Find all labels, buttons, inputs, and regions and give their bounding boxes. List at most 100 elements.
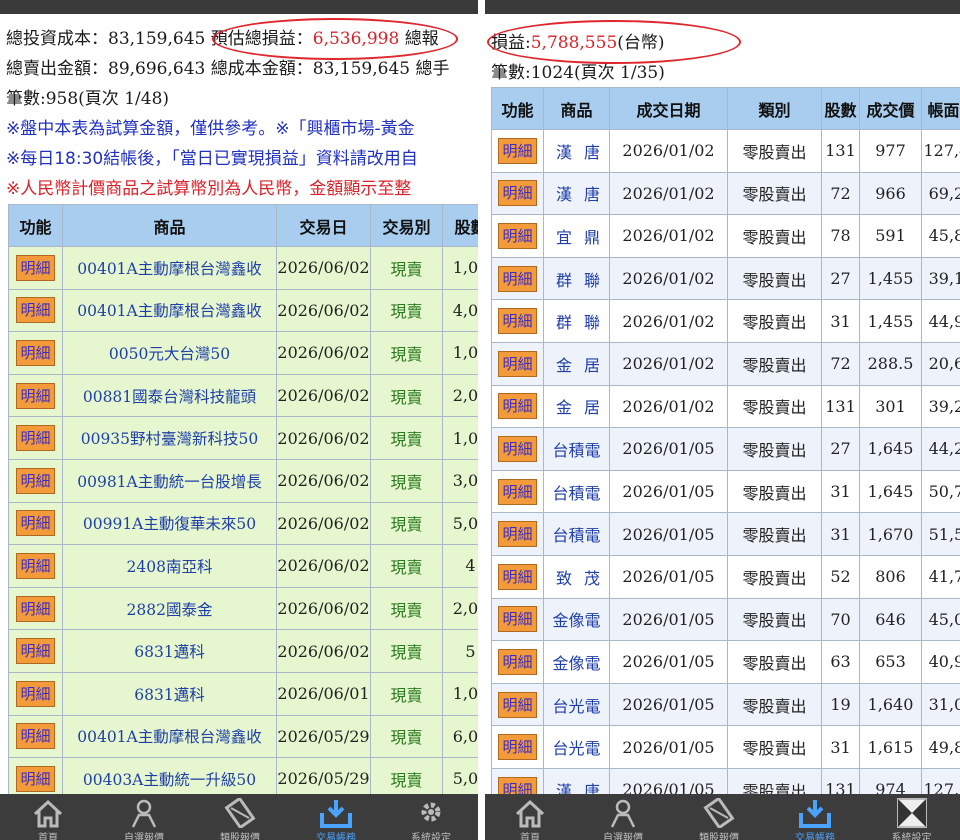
- col-category: 類別: [727, 87, 822, 130]
- product-cell[interactable]: 00401A主動摩根台灣鑫收: [62, 714, 277, 759]
- detail-button[interactable]: 明細: [16, 297, 55, 324]
- product-cell[interactable]: 致茂: [543, 554, 610, 599]
- deal-date-cell: 2026/01/02: [609, 256, 728, 301]
- function-cell: 明細: [491, 299, 544, 343]
- shares-cell: 5,00: [442, 501, 478, 546]
- detail-button[interactable]: 明細: [498, 222, 537, 249]
- col-function: 功能: [8, 204, 63, 247]
- nav-quote[interactable]: 自選報價: [575, 794, 671, 840]
- category-cell: 零股賣出: [727, 682, 822, 727]
- nav-label: 類股報價: [699, 833, 739, 840]
- price-cell: 1,640: [859, 682, 922, 727]
- detail-button[interactable]: 明細: [498, 521, 537, 548]
- product-cell[interactable]: 2408南亞科: [62, 544, 277, 588]
- book-income-cell: 51,54: [921, 512, 960, 556]
- category-cell: 零股賣出: [727, 725, 822, 769]
- nav-settings[interactable]: 系統設定: [384, 794, 478, 840]
- deal-date-cell: 2026/01/05: [609, 512, 728, 556]
- detail-button[interactable]: 明細: [16, 510, 55, 537]
- detail-button[interactable]: 明細: [16, 382, 55, 409]
- detail-button[interactable]: 明細: [16, 254, 55, 281]
- product-cell[interactable]: 漢唐: [543, 129, 610, 173]
- table-row: 明細 00981A主動統一台股增長2026/06/02現賣3,00: [8, 458, 478, 503]
- detail-button[interactable]: 明細: [498, 563, 537, 590]
- note-trial: ※盤中本表為試算金額，僅供參考。※「興櫃市場-黃金: [6, 119, 415, 139]
- detail-button[interactable]: 明細: [498, 308, 537, 335]
- detail-button[interactable]: 明細: [16, 425, 55, 452]
- price-cell: 1,615: [859, 725, 922, 769]
- home-icon: [515, 799, 545, 828]
- book-income-cell: 127,42: [921, 129, 960, 173]
- detail-button[interactable]: 明細: [16, 595, 55, 622]
- detail-button[interactable]: 明細: [498, 734, 537, 761]
- detail-button[interactable]: 明細: [16, 765, 55, 792]
- nav-account[interactable]: 交易帳務: [767, 794, 863, 840]
- shares-cell: 1,00: [442, 331, 478, 375]
- product-cell[interactable]: 00935野村臺灣新科技50: [62, 416, 277, 460]
- detail-button[interactable]: 明細: [16, 339, 55, 366]
- detail-button[interactable]: 明細: [16, 552, 55, 579]
- product-cell[interactable]: 00981A主動統一台股增長: [62, 458, 277, 503]
- product-cell[interactable]: 台積電: [543, 469, 610, 514]
- detail-button[interactable]: 明細: [498, 393, 537, 420]
- shares-cell: 31: [821, 299, 860, 343]
- product-cell[interactable]: 群聯: [543, 256, 610, 301]
- right-screen: 損益:5,788,555(台幣) 筆數:1024(頁次 1/35) 功能 商品 …: [485, 0, 960, 840]
- table-row: 明細 00935野村臺灣新科技502026/06/02現賣1,00: [8, 416, 478, 460]
- product-cell[interactable]: 漢唐: [543, 171, 610, 216]
- detail-button[interactable]: 明細: [498, 180, 537, 207]
- product-cell[interactable]: 群聯: [543, 299, 610, 343]
- shares-cell: 31: [821, 512, 860, 556]
- category-cell: 零股賣出: [727, 597, 822, 642]
- detail-button[interactable]: 明細: [498, 435, 537, 462]
- nav-sector[interactable]: 類股報價: [671, 794, 767, 840]
- product-cell[interactable]: 6831邁科: [62, 629, 277, 673]
- shares-cell: 4,00: [442, 288, 478, 333]
- nav-home[interactable]: 首頁: [485, 794, 575, 840]
- product-cell[interactable]: 金居: [543, 384, 610, 429]
- product-cell[interactable]: 00881國泰台灣科技龍頭: [62, 373, 277, 418]
- product-cell[interactable]: 00401A主動摩根台灣鑫收: [62, 246, 277, 290]
- product-cell[interactable]: 金像電: [543, 597, 610, 642]
- detail-button[interactable]: 明細: [16, 638, 55, 665]
- product-cell[interactable]: 00991A主動復華未來50: [62, 501, 277, 546]
- product-cell[interactable]: 2882國泰金: [62, 586, 277, 631]
- detail-button[interactable]: 明細: [498, 648, 537, 675]
- col-trade-date: 交易日: [276, 204, 371, 247]
- detail-button[interactable]: 明細: [498, 137, 537, 164]
- product-cell[interactable]: 金居: [543, 341, 610, 386]
- product-cell[interactable]: 台光電: [543, 682, 610, 727]
- category-cell: 零股賣出: [727, 299, 822, 343]
- nav-label: 交易帳務: [795, 833, 835, 840]
- product-cell[interactable]: 台光電: [543, 725, 610, 769]
- detail-button[interactable]: 明細: [498, 350, 537, 377]
- nav-sector[interactable]: 類股報價: [192, 794, 288, 840]
- detail-button[interactable]: 明細: [498, 691, 537, 718]
- summary-line-2: 總賣出金額：89,696,643 總成本金額：83,159,645 總手: [6, 58, 450, 80]
- detail-button[interactable]: 明細: [498, 606, 537, 633]
- product-cell[interactable]: 台積電: [543, 512, 610, 556]
- table-row: 明細金像電2026/01/05零股賣出7064645,02: [491, 597, 960, 642]
- trade-date-cell: 2026/06/02: [276, 629, 371, 673]
- nav-quote[interactable]: 自選報價: [96, 794, 192, 840]
- detail-button[interactable]: 明細: [498, 478, 537, 505]
- product-cell[interactable]: 金像電: [543, 640, 610, 684]
- shares-cell: 31: [821, 469, 860, 514]
- detail-button[interactable]: 明細: [16, 723, 55, 750]
- nav-settings[interactable]: 系統設定: [863, 794, 960, 840]
- deal-date-cell: 2026/01/02: [609, 341, 728, 386]
- product-cell[interactable]: 0050元大台灣50: [62, 331, 277, 375]
- nav-home[interactable]: 首頁: [0, 794, 96, 840]
- detail-button[interactable]: 明細: [498, 265, 537, 292]
- product-cell[interactable]: 6831邁科: [62, 671, 277, 716]
- trade-date-cell: 2026/06/02: [276, 586, 371, 631]
- function-cell: 明細: [8, 544, 63, 588]
- product-cell[interactable]: 00401A主動摩根台灣鑫收: [62, 288, 277, 333]
- detail-button[interactable]: 明細: [16, 467, 55, 494]
- product-cell[interactable]: 台積電: [543, 427, 610, 471]
- detail-button[interactable]: 明細: [16, 680, 55, 707]
- product-cell[interactable]: 宜鼎: [543, 214, 610, 258]
- table-row: 明細台積電2026/01/05零股賣出271,64544,21: [491, 427, 960, 471]
- function-cell: 明細: [491, 682, 544, 727]
- nav-account[interactable]: 交易帳務: [288, 794, 384, 840]
